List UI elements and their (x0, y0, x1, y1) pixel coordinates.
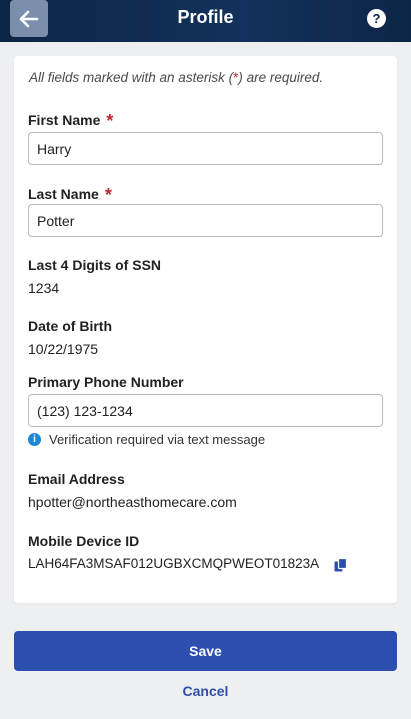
first-name-label: First Name * (28, 111, 114, 131)
required-asterisk: * (106, 111, 114, 131)
question-icon: ? (372, 11, 381, 26)
top-app-bar: Profile ? (0, 0, 411, 42)
phone-label: Primary Phone Number (28, 374, 184, 390)
dob-value: 10/22/1975 (28, 341, 99, 357)
last-name-label: Last Name * (28, 185, 112, 205)
last-name-input[interactable] (28, 204, 383, 237)
help-button[interactable]: ? (367, 9, 386, 28)
first-name-input[interactable] (28, 132, 383, 165)
verification-text: Verification required via text message (49, 432, 266, 447)
page-title: Profile (177, 7, 234, 27)
required-asterisk: * (104, 185, 112, 205)
phone-input[interactable] (28, 394, 383, 427)
ssn-label: Last 4 Digits of SSN (28, 257, 162, 273)
required-fields-note: All fields marked with an asterisk (*) a… (29, 70, 324, 85)
cancel-link[interactable]: Cancel (0, 683, 411, 699)
device-id-label: Mobile Device ID (28, 533, 140, 549)
email-label: Email Address (28, 471, 125, 487)
profile-form-card: All fields marked with an asterisk (*) a… (14, 56, 397, 603)
dob-label: Date of Birth (28, 318, 112, 334)
device-id-value: LAH64FA3MSAF012UGBXCMQPWEOT01823A (28, 556, 320, 571)
email-value: hpotter@northeasthomecare.com (28, 494, 237, 510)
phone-verification-note: i Verification required via text message (28, 432, 265, 447)
save-button[interactable]: Save (14, 631, 397, 671)
copy-icon[interactable] (333, 557, 349, 573)
info-icon: i (28, 433, 41, 446)
ssn-value: 1234 (28, 280, 60, 296)
